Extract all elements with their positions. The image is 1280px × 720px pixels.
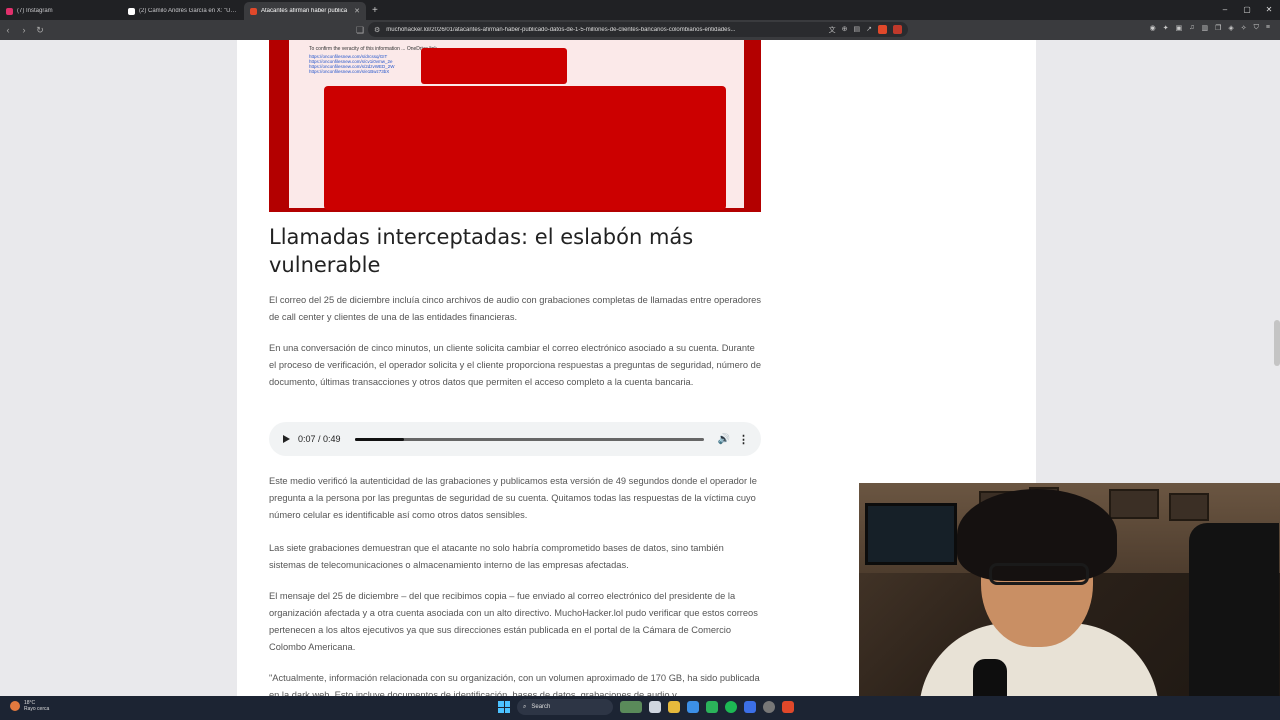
menu-icon[interactable]: ≡ — [1266, 24, 1270, 32]
obs-icon[interactable] — [763, 701, 775, 713]
gaming-chair — [1189, 523, 1279, 720]
widget-icon[interactable] — [620, 701, 642, 713]
bookmark-icon[interactable]: ❏ — [352, 25, 368, 36]
taskbar-apps: ⌕ Search — [498, 699, 794, 715]
reload-icon[interactable]: ↻ — [32, 25, 48, 36]
streamer-glasses — [989, 563, 1089, 585]
brave-rewards-icon[interactable] — [893, 25, 902, 34]
store-icon[interactable] — [687, 701, 699, 713]
paragraph: En una conversación de cinco minutos, un… — [269, 343, 761, 387]
paragraph: El mensaje del 25 de diciembre – del que… — [269, 591, 758, 652]
tab-icon[interactable]: ❐ — [1215, 24, 1221, 32]
x-logo-icon — [128, 7, 135, 15]
tab-x[interactable]: (2) Camilo Andrés García en X: "Un g — [122, 2, 244, 20]
brave-shields-icon[interactable] — [878, 25, 887, 34]
address-bar[interactable]: ⚙ muchohacker.lol/2026/01/atacantes-afir… — [368, 22, 908, 37]
url-text[interactable]: muchohacker.lol/2026/01/atacantes-afirma… — [386, 27, 822, 33]
leo-icon[interactable]: ✧ — [1241, 24, 1247, 32]
tab-bar: (7) Instagram (2) Camilo Andrés García e… — [0, 0, 1280, 20]
shield-icon[interactable]: ⛉ — [1254, 24, 1259, 32]
redaction-box — [324, 86, 726, 210]
more-options-icon[interactable]: ⋮ — [738, 433, 749, 446]
extension-icon[interactable]: ◉ — [1150, 24, 1156, 32]
tab-title: Atacantes afirman haber publica — [261, 8, 348, 14]
tab-muchohacker[interactable]: Atacantes afirman haber publica ✕ — [244, 2, 366, 20]
paragraph: Las siete grabaciones demuestran que el … — [269, 543, 724, 570]
spotify-icon[interactable] — [725, 701, 737, 713]
audio-progress-fill — [354, 437, 405, 441]
email-screenshot: To confirm the veracity of this informat… — [289, 40, 744, 210]
search-icon: ⌕ — [523, 703, 527, 710]
back-icon[interactable]: ‹ — [0, 25, 16, 35]
file-explorer-icon[interactable] — [668, 701, 680, 713]
background-monitor — [865, 503, 957, 565]
search-label: Search — [531, 704, 551, 710]
instagram-icon — [6, 7, 13, 15]
sidebar-icon[interactable]: ▥ — [1201, 24, 1208, 32]
taskbar: 18°C Rayo cerca ⌕ Search — [0, 696, 1280, 720]
task-view-icon[interactable] — [649, 701, 661, 713]
brave-shield-icon — [250, 7, 257, 15]
volume-icon[interactable]: 🔊 — [718, 434, 730, 445]
close-tab-icon[interactable]: ✕ — [354, 7, 360, 15]
share-icon[interactable]: ↗ — [866, 25, 872, 35]
url-actions: 文 ⊕ ▤ ↗ — [829, 25, 872, 35]
puzzle-icon[interactable]: ✦ — [1163, 24, 1169, 32]
section-heading: Llamadas interceptadas: el eslabón más v… — [269, 225, 694, 277]
audio-player[interactable]: 0:07 / 0:49 🔊 ⋮ — [269, 422, 761, 456]
wall-frame — [1109, 489, 1159, 519]
window-controls: – ▢ ✕ — [1214, 0, 1280, 20]
new-tab-button[interactable]: + — [372, 2, 378, 20]
zoom-icon[interactable]: ⊕ — [842, 25, 848, 35]
browser-toolbar: ‹ › ↻ ❏ ⚙ muchohacker.lol/2026/01/atacan… — [0, 20, 1280, 40]
webcam-overlay — [859, 483, 1280, 720]
translate-icon[interactable]: 文 — [829, 25, 836, 35]
music-icon[interactable]: ♫ — [1189, 24, 1194, 32]
reader-icon[interactable]: ▤ — [854, 25, 861, 35]
paragraph: Este medio verificó la autenticidad de l… — [269, 476, 757, 520]
close-window-button[interactable]: ✕ — [1258, 0, 1280, 20]
wallet-icon[interactable]: ▣ — [1176, 24, 1183, 32]
maximize-button[interactable]: ▢ — [1236, 0, 1258, 20]
hero-image: To confirm the veracity of this informat… — [269, 40, 761, 212]
tab-title: (7) Instagram — [17, 8, 53, 14]
play-icon[interactable] — [283, 435, 290, 443]
site-info-icon[interactable]: ⚙ — [374, 26, 380, 34]
taskbar-search[interactable]: ⌕ Search — [517, 699, 613, 715]
audio-time: 0:07 / 0:49 — [298, 434, 341, 444]
redaction-box — [421, 48, 567, 84]
weather-desc: Rayo cerca — [24, 706, 50, 712]
app-icon[interactable] — [744, 701, 756, 713]
paragraph: El correo del 25 de diciembre incluía ci… — [269, 295, 761, 322]
xbox-icon[interactable] — [706, 701, 718, 713]
page-scrollbar[interactable] — [1274, 320, 1280, 366]
weather-icon — [10, 701, 20, 711]
hero-text-line: To confirm the veracity of this informat… — [309, 46, 439, 52]
wall-frame — [1169, 493, 1209, 521]
extensions-bar: ◉ ✦ ▣ ♫ ▥ ❐ ◈ ✧ ⛉ ≡ — [1150, 24, 1270, 32]
forward-icon[interactable]: › — [16, 25, 32, 35]
windows-start-icon[interactable] — [498, 701, 510, 713]
tab-title: (2) Camilo Andrés García en X: "Un g — [139, 8, 238, 14]
vpn-icon[interactable]: ◈ — [1228, 24, 1233, 32]
hero-link: https://onconfilesnew.com/s/e1Bwz73bX — [309, 69, 390, 74]
tab-instagram[interactable]: (7) Instagram — [0, 2, 122, 20]
audio-seek-bar[interactable] — [354, 437, 704, 441]
brave-browser-icon[interactable] — [782, 701, 794, 713]
weather-widget[interactable]: 18°C Rayo cerca — [10, 700, 49, 712]
minimize-button[interactable]: – — [1214, 0, 1236, 20]
